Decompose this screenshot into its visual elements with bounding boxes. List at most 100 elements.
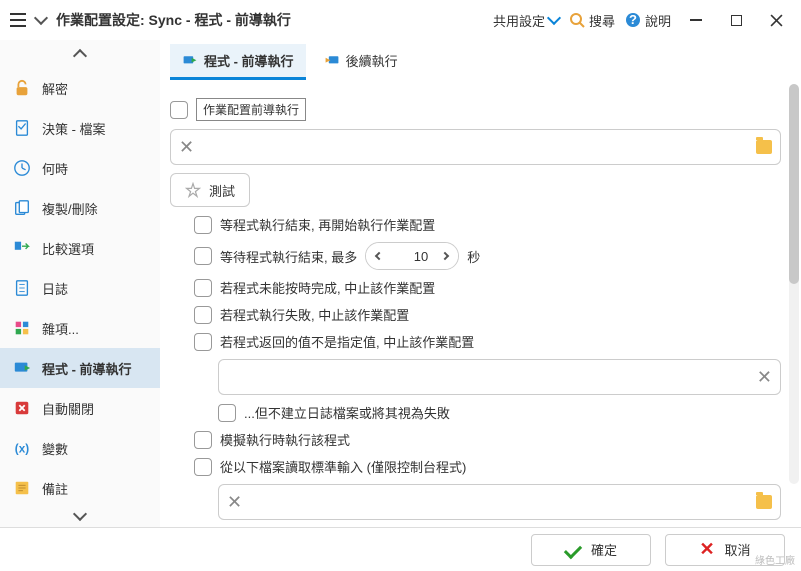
check-icon: [564, 540, 582, 558]
sidebar-item-label: 決策 - 檔案: [42, 119, 106, 138]
sidebar-item-decrypt[interactable]: 解密: [0, 68, 160, 108]
sidebar-item-label: 日誌: [42, 279, 68, 298]
sidebar-item-misc[interactable]: 雜項...: [0, 308, 160, 348]
sidebar-item-label: 備註: [42, 479, 68, 498]
test-label: 測試: [209, 181, 235, 200]
log-icon: [12, 278, 32, 298]
scrollbar-thumb[interactable]: [789, 84, 799, 284]
variables-icon: (x): [12, 438, 32, 458]
sidebar-scroll-up[interactable]: [0, 40, 160, 68]
wait-seconds-input[interactable]: [392, 249, 432, 264]
sidebar: 解密 決策 - 檔案 何時 複製/刪除 比較選項 日誌: [0, 40, 160, 530]
checkbox-wait-finish[interactable]: [194, 216, 212, 234]
folder-icon[interactable]: [756, 140, 772, 154]
clock-icon: [12, 158, 32, 178]
sidebar-item-compare[interactable]: 比較選項: [0, 228, 160, 268]
minimize-button[interactable]: [681, 5, 711, 35]
unlock-icon: [12, 78, 32, 98]
compare-icon: [12, 238, 32, 258]
program-path-input[interactable]: [202, 140, 748, 155]
file-decision-icon: [12, 118, 32, 138]
maximize-button[interactable]: [721, 5, 751, 35]
file-copy-icon: [12, 198, 32, 218]
help-label: 說明: [645, 11, 671, 30]
sidebar-item-variables[interactable]: (x) 變數: [0, 428, 160, 468]
tab-after-run[interactable]: 後續執行: [312, 44, 410, 80]
return-value-input[interactable]: [227, 370, 749, 385]
sidebar-item-program-before[interactable]: 程式 - 前導執行: [0, 348, 160, 388]
sidebar-item-label: 複製/刪除: [42, 199, 98, 218]
program-run-icon: [12, 358, 32, 378]
help-link[interactable]: ? 說明: [625, 11, 671, 30]
checkbox-enable-before[interactable]: [170, 101, 188, 119]
sidebar-scroll-down[interactable]: [0, 502, 160, 530]
tab-label: 程式 - 前導執行: [204, 51, 294, 70]
section-label: 作業配置前導執行: [196, 98, 306, 121]
sidebar-item-decision-files[interactable]: 決策 - 檔案: [0, 108, 160, 148]
scrollbar[interactable]: [789, 84, 799, 484]
return-value-field[interactable]: ✕: [218, 359, 781, 395]
x-icon: ✕: [699, 539, 714, 560]
wait-seconds-spinner[interactable]: [365, 242, 459, 270]
checkbox-stdin[interactable]: [194, 458, 212, 476]
sidebar-item-label: 何時: [42, 159, 68, 178]
folder-icon[interactable]: [756, 495, 772, 509]
ok-label: 確定: [591, 540, 617, 559]
form-content: 作業配置前導執行 ✕ 測試 等程式執行結束, 再開始執行作業配置 等待程式執行結…: [160, 80, 801, 530]
sidebar-item-label: 變數: [42, 439, 68, 458]
chevron-down-icon: [547, 11, 561, 25]
sidebar-item-auto-close[interactable]: 自動關閉: [0, 388, 160, 428]
help-icon: ?: [625, 12, 641, 28]
checkbox-timeout-abort[interactable]: [194, 279, 212, 297]
sidebar-item-label: 比較選項: [42, 239, 94, 258]
sidebar-item-label: 自動關閉: [42, 399, 94, 418]
opt-label: 模擬執行時執行該程式: [220, 430, 350, 449]
checkbox-no-log[interactable]: [218, 404, 236, 422]
sidebar-item-log[interactable]: 日誌: [0, 268, 160, 308]
shared-settings-link[interactable]: 共用設定: [493, 11, 559, 30]
sidebar-item-label: 解密: [42, 79, 68, 98]
misc-icon: [12, 318, 32, 338]
checkbox-return-abort[interactable]: [194, 333, 212, 351]
program-after-icon: [324, 53, 340, 69]
program-run-icon: [182, 53, 198, 69]
star-icon: [185, 182, 201, 198]
shared-settings-label: 共用設定: [493, 11, 545, 30]
close-button[interactable]: [761, 5, 791, 35]
sidebar-item-copy-delete[interactable]: 複製/刪除: [0, 188, 160, 228]
chevron-down-icon[interactable]: [34, 11, 48, 25]
opt-label: 等程式執行結束, 再開始執行作業配置: [220, 215, 435, 234]
tab-label: 後續執行: [346, 51, 398, 70]
sidebar-item-when[interactable]: 何時: [0, 148, 160, 188]
checkbox-fail-abort[interactable]: [194, 306, 212, 324]
program-path-field[interactable]: ✕: [170, 129, 781, 165]
clear-icon[interactable]: ✕: [227, 492, 242, 513]
opt-label: 若程式返回的值不是指定值, 中止該作業配置: [220, 332, 474, 351]
stdin-file-field[interactable]: ✕: [218, 484, 781, 520]
sidebar-item-label: 程式 - 前導執行: [42, 359, 132, 378]
search-label: 搜尋: [589, 11, 615, 30]
sidebar-item-label: 雜項...: [42, 319, 79, 338]
sidebar-item-notes[interactable]: 備註: [0, 468, 160, 502]
menu-button[interactable]: [10, 13, 26, 27]
ok-button[interactable]: 確定: [531, 534, 651, 566]
clear-icon[interactable]: ✕: [179, 137, 194, 158]
opt-label: 若程式執行失敗, 中止該作業配置: [220, 305, 409, 324]
notes-icon: [12, 478, 32, 498]
spin-down[interactable]: [366, 243, 392, 269]
checkbox-simulate[interactable]: [194, 431, 212, 449]
search-link[interactable]: 搜尋: [569, 11, 615, 30]
spin-up[interactable]: [432, 243, 458, 269]
test-button[interactable]: 測試: [170, 173, 250, 207]
tab-before-run[interactable]: 程式 - 前導執行: [170, 44, 306, 80]
checkbox-wait-max[interactable]: [194, 247, 212, 265]
svg-text:(x): (x): [15, 443, 29, 456]
opt-label: 從以下檔案讀取標準輸入 (僅限控制台程式): [220, 457, 466, 476]
unit-label: 秒: [467, 247, 480, 266]
opt-label: 等待程式執行結束, 最多: [220, 247, 357, 266]
clear-icon[interactable]: ✕: [757, 367, 772, 388]
svg-text:?: ?: [629, 12, 637, 27]
opt-label: 若程式未能按時完成, 中止該作業配置: [220, 278, 435, 297]
stdin-file-input[interactable]: [250, 495, 748, 510]
tabs: 程式 - 前導執行 後續執行: [160, 40, 801, 80]
